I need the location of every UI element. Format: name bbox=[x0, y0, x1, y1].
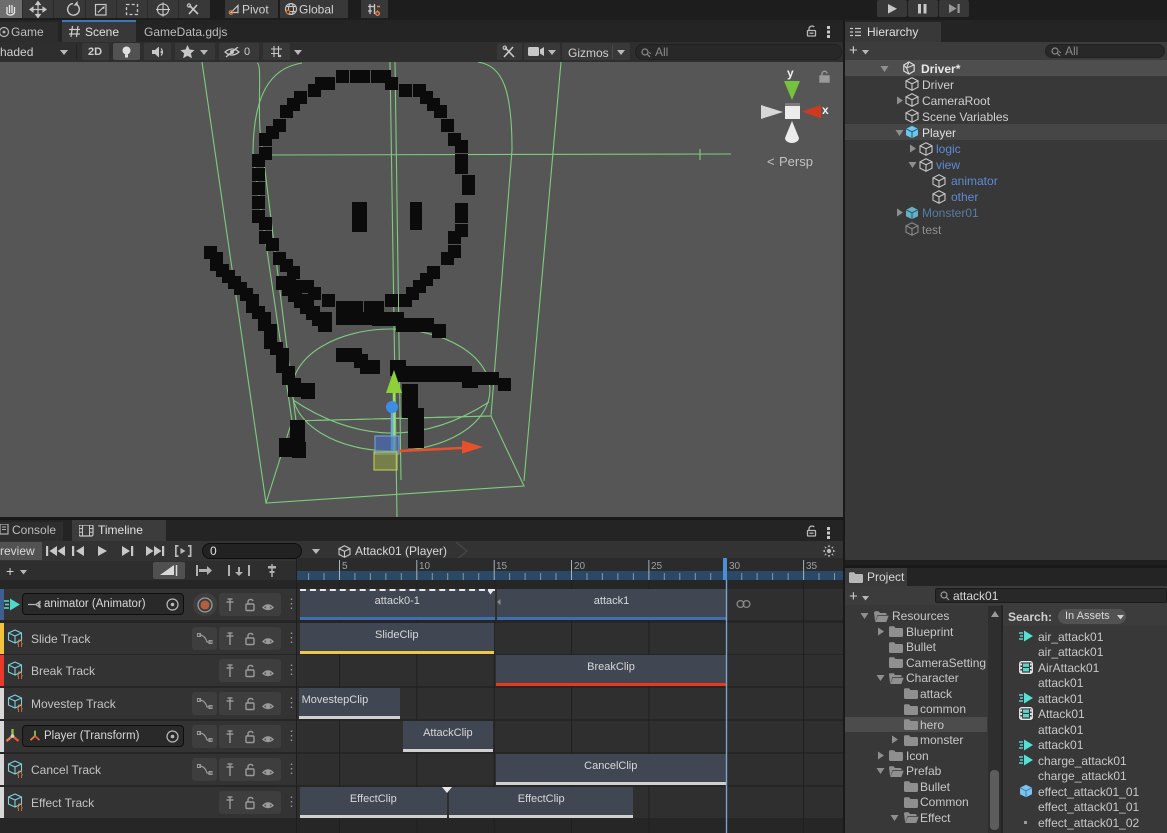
svg-text:Persp: Persp bbox=[779, 154, 813, 169]
svg-text:{}: {} bbox=[17, 638, 23, 647]
svg-text:5: 5 bbox=[342, 561, 348, 572]
svg-text:10: 10 bbox=[419, 561, 431, 572]
svg-text:<: < bbox=[767, 154, 775, 169]
svg-text:30: 30 bbox=[729, 561, 741, 572]
svg-text:{}: {} bbox=[17, 802, 23, 811]
svg-text:35: 35 bbox=[806, 561, 818, 572]
svg-text:25: 25 bbox=[651, 561, 663, 572]
svg-text:20: 20 bbox=[574, 561, 586, 572]
svg-text:x: x bbox=[822, 103, 829, 117]
svg-text:{}: {} bbox=[17, 670, 23, 679]
svg-text:Pivot: Pivot bbox=[242, 3, 269, 17]
svg-text:y: y bbox=[787, 66, 794, 80]
svg-text:15: 15 bbox=[496, 561, 508, 572]
svg-text:{}: {} bbox=[17, 769, 23, 778]
svg-text:{}: {} bbox=[17, 703, 23, 712]
svg-text:Global: Global bbox=[299, 3, 334, 17]
